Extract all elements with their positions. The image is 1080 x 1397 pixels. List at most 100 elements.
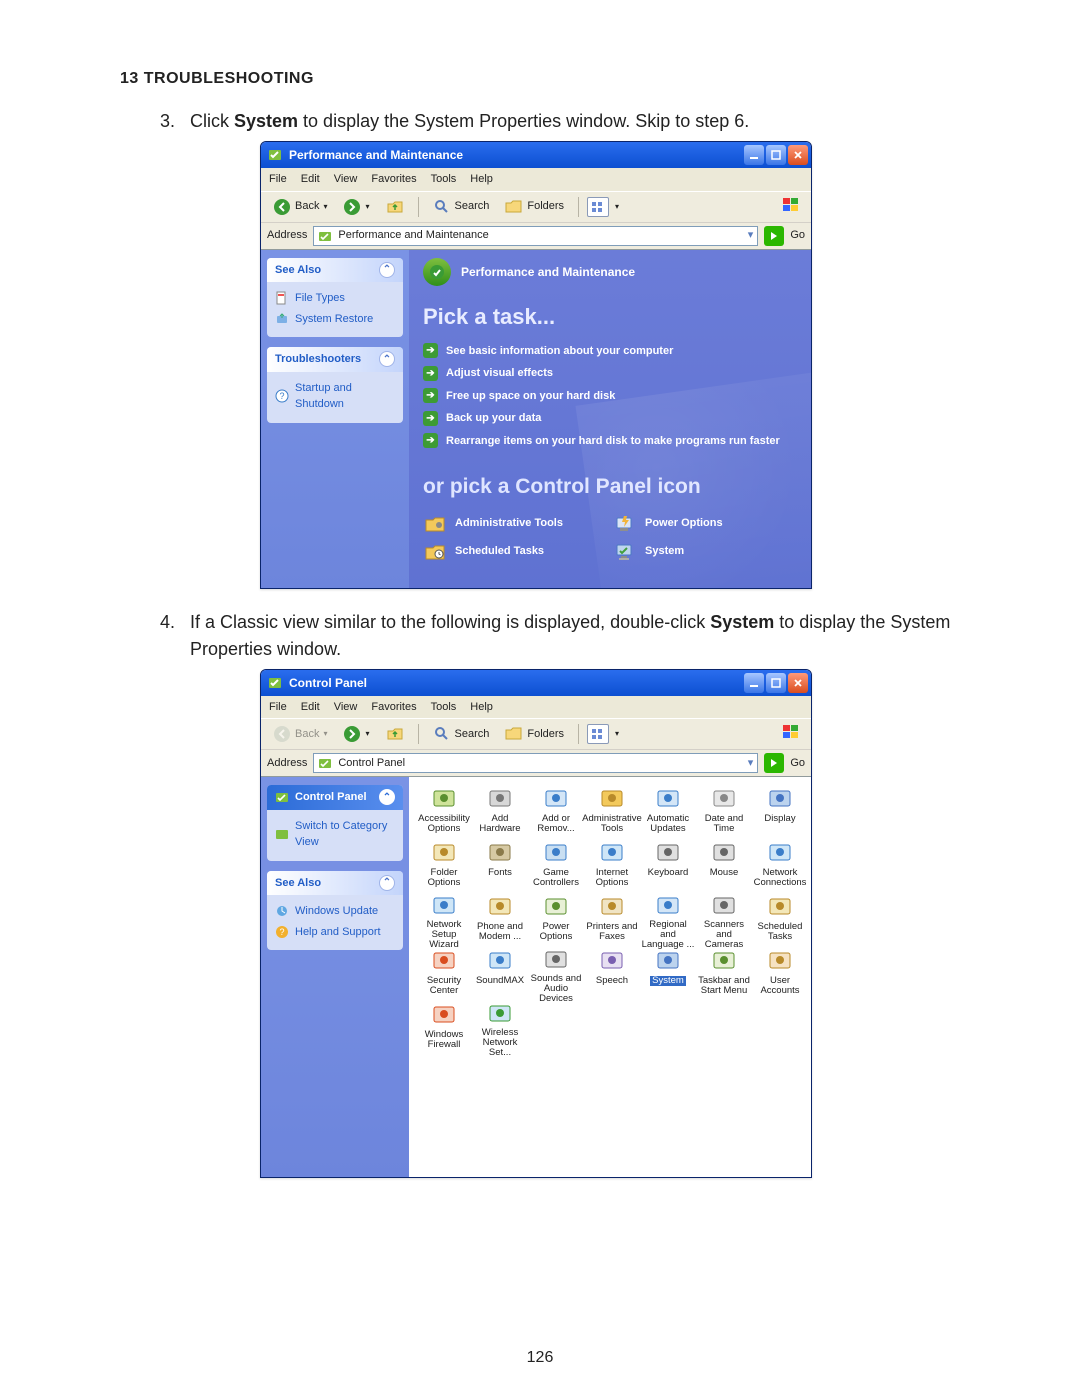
cp-icon-network-connections[interactable]: Network Connections: [753, 839, 807, 891]
up-button[interactable]: [380, 196, 410, 218]
step-4-number: 4.: [160, 609, 175, 636]
minimize-button[interactable]: [744, 145, 764, 165]
menu-file[interactable]: File: [269, 699, 287, 716]
link-file-types[interactable]: File Types: [275, 288, 395, 309]
forward-button[interactable]: ▾: [337, 723, 375, 745]
cp-icon-network-setup-wizard[interactable]: Network Setup Wizard: [417, 893, 471, 945]
task-adjust-visual[interactable]: ➔Adjust visual effects: [423, 365, 797, 382]
cp-icon-internet-options[interactable]: Internet Options: [585, 839, 639, 891]
cp-icon-scheduled-tasks[interactable]: Scheduled Tasks: [753, 893, 807, 945]
task-see-basic-info[interactable]: ➔See basic information about your comput…: [423, 343, 797, 360]
collapse-icon[interactable]: ⌃: [379, 262, 395, 278]
address-dropdown-icon[interactable]: ▾: [748, 755, 754, 772]
cp-icon-game-controllers[interactable]: Game Controllers: [529, 839, 583, 891]
titlebar[interactable]: Control Panel: [261, 670, 811, 696]
cp-scheduled-tasks[interactable]: Scheduled Tasks: [423, 541, 573, 563]
folders-button[interactable]: Folders: [499, 196, 570, 218]
cp-icon-display[interactable]: Display: [753, 785, 807, 837]
back-button[interactable]: Back ▾: [267, 196, 333, 218]
category-header: Performance and Maintenance: [423, 258, 797, 286]
cp-icon-keyboard[interactable]: Keyboard: [641, 839, 695, 891]
menu-edit[interactable]: Edit: [301, 171, 320, 188]
close-button[interactable]: [788, 673, 808, 693]
cp-icon-regional-and-language[interactable]: Regional and Language ...: [641, 893, 695, 945]
cp-admin-tools[interactable]: Administrative Tools: [423, 513, 573, 535]
maximize-button[interactable]: [766, 145, 786, 165]
cp-icon-accessibility-options[interactable]: Accessibility Options: [417, 785, 471, 837]
up-button[interactable]: [380, 723, 410, 745]
cp-icon-power-options[interactable]: Power Options: [529, 893, 583, 945]
cp-icon-system[interactable]: System: [641, 947, 695, 999]
go-button[interactable]: [764, 753, 784, 773]
cp-icon-add-hardware[interactable]: Add Hardware: [473, 785, 527, 837]
views-button[interactable]: [587, 197, 609, 217]
menu-favorites[interactable]: Favorites: [371, 699, 416, 716]
folders-button[interactable]: Folders: [499, 723, 570, 745]
cp-icon-folder-options[interactable]: Folder Options: [417, 839, 471, 891]
dropdown-arrow-icon: ▾: [365, 201, 369, 213]
address-bar: Address Performance and Maintenance ▾ Go: [261, 223, 811, 250]
cp-icon-date-and-time[interactable]: Date and Time: [697, 785, 751, 837]
cp-icon-fonts[interactable]: Fonts: [473, 839, 527, 891]
menu-edit[interactable]: Edit: [301, 699, 320, 716]
menu-help[interactable]: Help: [470, 699, 493, 716]
address-dropdown-icon[interactable]: ▾: [748, 227, 754, 244]
back-label: Back: [295, 726, 319, 743]
address-input[interactable]: Control Panel ▾: [313, 753, 758, 773]
cp-power-options[interactable]: Power Options: [613, 513, 763, 535]
views-button[interactable]: [587, 724, 609, 744]
minimize-button[interactable]: [744, 673, 764, 693]
cp-icon-printers-and-faxes[interactable]: Printers and Faxes: [585, 893, 639, 945]
views-dropdown-arrow-icon[interactable]: ▾: [615, 728, 619, 740]
cp-icon-sounds-and-audio-devices[interactable]: Sounds and Audio Devices: [529, 947, 583, 999]
cp-icon-wireless-network-set[interactable]: Wireless Network Set...: [473, 1001, 527, 1053]
close-button[interactable]: [788, 145, 808, 165]
cp-icon-user-accounts[interactable]: User Accounts: [753, 947, 807, 999]
cp-icon-automatic-updates[interactable]: Automatic Updates: [641, 785, 695, 837]
cp-icon-soundmax[interactable]: SoundMAX: [473, 947, 527, 999]
step-3-text-post: to display the System Properties window.…: [298, 111, 749, 131]
menu-favorites[interactable]: Favorites: [371, 171, 416, 188]
collapse-icon[interactable]: ⌃: [379, 875, 395, 891]
applet-icon: [541, 893, 571, 921]
maximize-button[interactable]: [766, 673, 786, 693]
cp-icon-add-or-remov[interactable]: Add or Remov...: [529, 785, 583, 837]
link-startup-shutdown[interactable]: ?Startup and Shutdown: [275, 378, 395, 415]
cp-icon-administrative-tools[interactable]: Administrative Tools: [585, 785, 639, 837]
applet-icon: [765, 785, 795, 813]
menu-tools[interactable]: Tools: [431, 699, 457, 716]
link-help-support[interactable]: ?Help and Support: [275, 922, 395, 943]
cp-icon-security-center[interactable]: Security Center: [417, 947, 471, 999]
menu-file[interactable]: File: [269, 171, 287, 188]
cp-icon-scanners-and-cameras[interactable]: Scanners and Cameras: [697, 893, 751, 945]
menu-help[interactable]: Help: [470, 171, 493, 188]
cp-system[interactable]: System: [613, 541, 763, 563]
task-rearrange[interactable]: ➔Rearrange items on your hard disk to ma…: [423, 433, 797, 450]
task-free-space[interactable]: ➔Free up space on your hard disk: [423, 388, 797, 405]
cp-icon-taskbar-and-start-menu[interactable]: Taskbar and Start Menu: [697, 947, 751, 999]
menu-tools[interactable]: Tools: [431, 171, 457, 188]
menu-view[interactable]: View: [334, 171, 358, 188]
forward-button[interactable]: ▾: [337, 196, 375, 218]
applet-label: Phone and Modem ...: [473, 922, 527, 942]
cp-icon-mouse[interactable]: Mouse: [697, 839, 751, 891]
collapse-icon[interactable]: ⌃: [379, 351, 395, 367]
content-area: Performance and Maintenance Pick a task.…: [409, 250, 811, 588]
link-system-restore[interactable]: System Restore: [275, 309, 395, 330]
titlebar[interactable]: Performance and Maintenance: [261, 142, 811, 168]
go-button[interactable]: [764, 226, 784, 246]
search-button[interactable]: Search: [427, 723, 496, 745]
task-backup[interactable]: ➔Back up your data: [423, 410, 797, 427]
search-button[interactable]: Search: [427, 196, 496, 218]
link-switch-category-view[interactable]: Switch to Category View: [275, 816, 395, 853]
link-windows-update[interactable]: Windows Update: [275, 901, 395, 922]
address-input[interactable]: Performance and Maintenance ▾: [313, 226, 758, 246]
views-dropdown-arrow-icon[interactable]: ▾: [615, 201, 619, 213]
collapse-icon[interactable]: ⌃: [379, 789, 395, 805]
menu-view[interactable]: View: [334, 699, 358, 716]
troubleshooters-heading: Troubleshooters: [275, 351, 361, 368]
applet-icon: [485, 785, 515, 813]
cp-icon-phone-and-modem[interactable]: Phone and Modem ...: [473, 893, 527, 945]
cp-icon-windows-firewall[interactable]: Windows Firewall: [417, 1001, 471, 1053]
cp-icon-speech[interactable]: Speech: [585, 947, 639, 999]
